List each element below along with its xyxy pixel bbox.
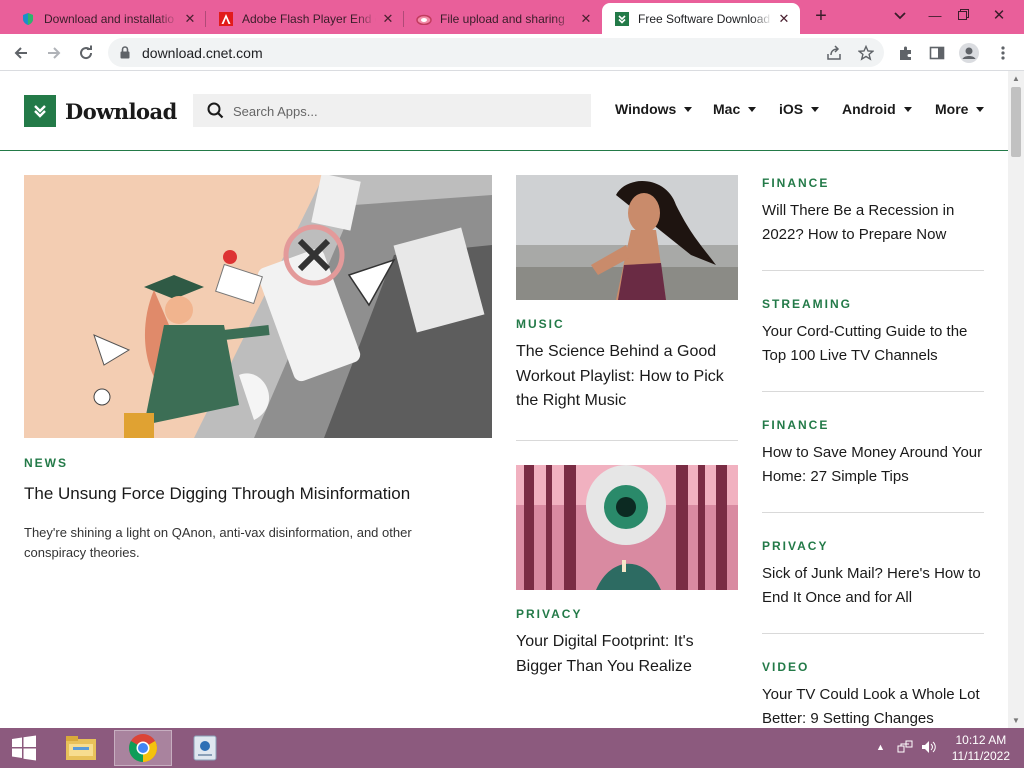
nav-android[interactable]: Android [842, 101, 912, 117]
browser-toolbar: download.cnet.com [0, 34, 1024, 71]
browser-tab-active[interactable]: Free Software Download ✕ [602, 3, 800, 34]
scroll-down-arrow-icon[interactable]: ▼ [1012, 716, 1020, 725]
reload-icon[interactable] [73, 40, 99, 66]
caret-down-icon [684, 106, 693, 112]
chrome-icon[interactable] [114, 730, 172, 766]
close-tab-icon[interactable]: ✕ [578, 11, 594, 27]
nav-ios[interactable]: iOS [779, 101, 820, 117]
download-v-icon [614, 11, 630, 27]
address-bar[interactable]: download.cnet.com [108, 38, 884, 67]
bookmark-star-icon[interactable] [856, 43, 876, 63]
divider [516, 440, 738, 441]
nav-label: More [935, 101, 969, 117]
nav-windows[interactable]: Windows [615, 101, 693, 117]
nav-label: Windows [615, 101, 677, 117]
category-label[interactable]: MUSIC [516, 317, 565, 331]
show-hidden-icons-arrow[interactable]: ▲ [876, 742, 885, 752]
adobe-icon [218, 11, 234, 27]
search-input[interactable] [233, 100, 573, 122]
close-window-icon[interactable]: ✕ [984, 4, 1014, 28]
article-headline[interactable]: How to Save Money Around Your Home: 27 S… [762, 441, 984, 489]
share-icon[interactable] [824, 43, 844, 63]
article-headline[interactable]: Your TV Could Look a Whole Lot Better: 9… [762, 683, 984, 728]
windows-start-icon[interactable] [0, 730, 48, 766]
browser-tab-bar: Download and installatio ✕ Adobe Flash P… [0, 0, 1024, 34]
back-arrow-icon[interactable] [8, 40, 34, 66]
feature-description: They're shining a light on QAnon, anti-v… [24, 525, 412, 560]
nav-label: iOS [779, 101, 804, 117]
category-label[interactable]: VIDEO [762, 660, 809, 674]
forward-arrow-icon[interactable] [41, 40, 67, 66]
caret-down-icon [976, 106, 985, 112]
eye-illustration[interactable] [516, 465, 738, 590]
close-tab-icon[interactable]: ✕ [182, 11, 198, 27]
tab-title: Free Software Download [638, 11, 771, 26]
scrollbar-thumb[interactable] [1011, 87, 1021, 157]
article-headline[interactable]: The Science Behind a Good Workout Playli… [516, 340, 742, 414]
article-headline[interactable]: Sick of Junk Mail? Here's How to End It … [762, 562, 984, 610]
divider [762, 270, 984, 271]
search-icon [207, 102, 224, 124]
browser-tab[interactable]: Adobe Flash Player End c ✕ [206, 3, 404, 34]
divider [762, 633, 984, 634]
minimize-icon[interactable]: — [920, 4, 950, 28]
site-logo[interactable]: Download [24, 95, 177, 127]
url-text[interactable]: download.cnet.com [142, 45, 263, 61]
tab-title: Download and installatio [44, 11, 175, 26]
extensions-puzzle-icon[interactable] [893, 40, 919, 66]
side-panel-icon[interactable] [924, 40, 950, 66]
profile-avatar-icon[interactable] [956, 40, 982, 66]
scroll-up-arrow-icon[interactable]: ▲ [1012, 74, 1020, 83]
caret-down-icon [748, 106, 757, 112]
caret-down-icon [811, 106, 820, 112]
divider [762, 391, 984, 392]
category-label[interactable]: FINANCE [762, 176, 829, 190]
close-tab-icon[interactable]: ✕ [380, 11, 396, 27]
nav-label: Android [842, 101, 896, 117]
category-label[interactable]: FINANCE [762, 418, 829, 432]
app-window-icon[interactable] [176, 730, 234, 766]
close-tab-icon[interactable]: ✕ [776, 11, 792, 27]
speaker-volume-icon[interactable] [921, 740, 937, 757]
category-label[interactable]: PRIVACY [516, 607, 582, 621]
kebab-menu-icon[interactable] [990, 40, 1016, 66]
category-label[interactable]: PRIVACY [762, 539, 828, 553]
article-headline[interactable]: Your Cord-Cutting Guide to the Top 100 L… [762, 320, 984, 368]
tab-title: Adobe Flash Player End c [242, 11, 376, 26]
divider [762, 512, 984, 513]
download-v-icon [24, 95, 56, 127]
category-label[interactable]: STREAMING [762, 297, 852, 311]
logo-text: Download [65, 98, 177, 124]
nav-mac[interactable]: Mac [713, 101, 757, 117]
browser-tab[interactable]: Download and installatio ✕ [8, 3, 206, 34]
search-box[interactable] [193, 94, 591, 127]
article-headline[interactable]: Your Digital Footprint: It's Bigger Than… [516, 630, 742, 679]
nav-label: Mac [713, 101, 741, 117]
web-page: Download Windows Mac iOS Android More [0, 71, 1008, 728]
browser-tab[interactable]: File upload and sharing ✕ [404, 3, 602, 34]
file-explorer-icon[interactable] [52, 730, 110, 766]
caret-down-icon [903, 106, 912, 112]
nav-more[interactable]: More [935, 101, 985, 117]
page-scrollbar[interactable]: ▲ ▼ [1008, 71, 1024, 728]
clock-date: 11/11/2022 [951, 749, 1010, 763]
site-header: Download Windows Mac iOS Android More [0, 71, 1008, 151]
clock-time: 10:12 AM [955, 733, 1007, 747]
tab-search-chevron-icon[interactable] [885, 4, 915, 28]
category-label[interactable]: NEWS [24, 456, 68, 470]
article-headline[interactable]: Will There Be a Recession in 2022? How t… [762, 199, 984, 247]
feature-headline[interactable]: The Unsung Force Digging Through Misinfo… [24, 482, 492, 507]
tab-title: File upload and sharing [440, 11, 565, 26]
runner-photo[interactable] [516, 175, 738, 300]
feature-illustration[interactable] [24, 175, 492, 438]
network-icon[interactable] [897, 740, 913, 757]
windows-taskbar: ▲ 10:12 AM 11/11/2022 [0, 728, 1024, 768]
edge-shield-icon [20, 11, 36, 27]
system-clock[interactable]: 10:12 AM 11/11/2022 [952, 732, 1010, 764]
lock-icon[interactable] [120, 46, 130, 64]
restore-icon[interactable] [948, 4, 978, 28]
cloud-icon [416, 11, 432, 27]
new-tab-plus-icon[interactable]: + [810, 6, 832, 28]
